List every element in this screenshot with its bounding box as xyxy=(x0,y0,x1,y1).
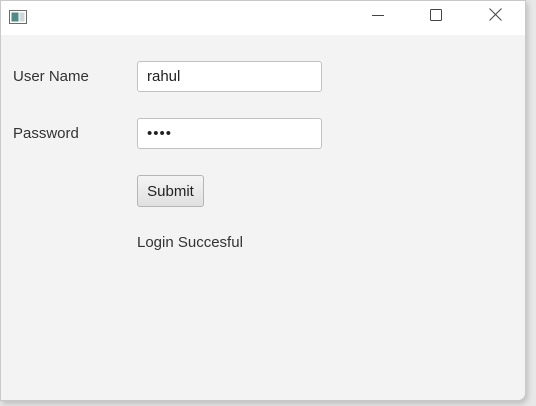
minimize-button[interactable] xyxy=(349,1,407,33)
close-icon xyxy=(488,8,502,26)
title-bar[interactable] xyxy=(1,1,525,35)
minimize-icon xyxy=(372,8,384,26)
maximize-button[interactable] xyxy=(407,1,465,33)
close-button[interactable] xyxy=(466,1,524,33)
login-status-message: Login Succesful xyxy=(137,234,243,251)
username-label: User Name xyxy=(13,68,89,85)
password-label: Password xyxy=(13,125,79,142)
submit-button[interactable]: Submit xyxy=(137,175,204,207)
login-window: User Name Password Submit Login Succesfu… xyxy=(0,0,526,401)
maximize-icon xyxy=(430,8,442,26)
password-field[interactable] xyxy=(137,118,322,149)
username-field[interactable] xyxy=(137,61,322,92)
app-icon xyxy=(9,10,27,24)
